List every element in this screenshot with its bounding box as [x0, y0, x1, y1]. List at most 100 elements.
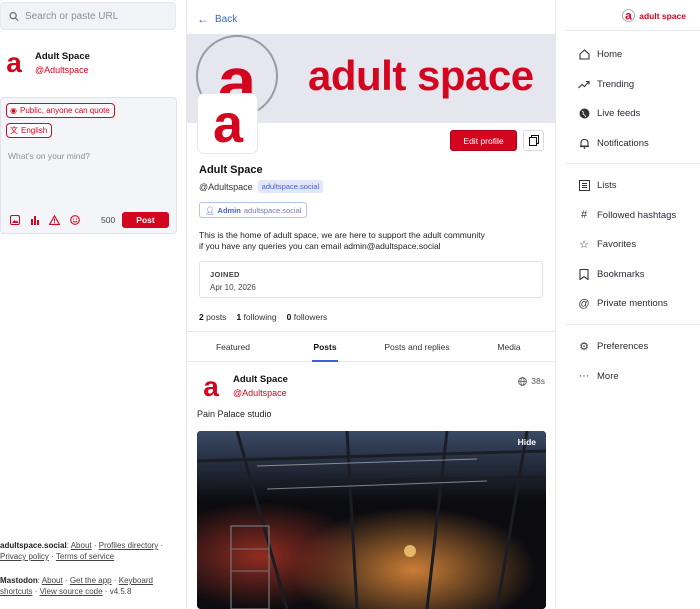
status-handle[interactable]: @Adultspace — [233, 388, 288, 398]
footer-link-source-code[interactable]: View source code — [40, 587, 103, 596]
footer-version: v4.5.8 — [109, 587, 132, 596]
search-icon — [9, 11, 19, 21]
profile-handle-row: @Adultspace adultspace.social — [199, 180, 324, 193]
profile-stats: 2 posts 1 following 0 followers — [199, 312, 327, 322]
visibility-label: Public, anyone can quote — [19, 106, 110, 115]
nav-label-preferences: Preferences — [597, 341, 649, 353]
tab-posts-and-replies[interactable]: Posts and replies — [371, 332, 463, 361]
list-icon — [577, 180, 591, 192]
profile-column: ← Back a adult space a Edit profile Adul… — [186, 0, 556, 609]
character-counter: 500 — [101, 215, 116, 225]
nav-item-followed-hashtags[interactable]: # Followed hashtags — [566, 201, 700, 231]
nav-label-home: Home — [597, 49, 623, 61]
post-button[interactable]: Post — [122, 212, 169, 228]
language-label: English — [21, 126, 48, 135]
footer-link-profiles-directory[interactable]: Profiles directory — [99, 541, 159, 550]
navigation-panel: a adult space Home Trending Live feeds N… — [566, 0, 700, 609]
globe-icon — [577, 108, 591, 119]
globe-icon — [518, 376, 528, 386]
banner-text: adult space — [308, 52, 534, 99]
copy-link-button[interactable] — [523, 130, 544, 151]
nav-label-bookmarks: Bookmarks — [597, 268, 645, 280]
nav-item-live-feeds[interactable]: Live feeds — [566, 99, 700, 129]
back-label: Back — [215, 13, 238, 25]
edit-profile-button[interactable]: Edit profile — [450, 130, 517, 151]
display-name[interactable]: Adult Space — [35, 51, 90, 62]
nav-label-trending: Trending — [597, 78, 635, 90]
avatar-logo: a — [203, 372, 219, 400]
nav-item-more[interactable]: ··· More — [566, 362, 700, 392]
compose-form: ◉ Public, anyone can quote 文 English Wha… — [0, 97, 177, 234]
bio-line: if you have any queries you can email ad… — [199, 241, 441, 251]
search-input[interactable] — [24, 10, 175, 22]
compose-textarea[interactable]: What's on your mind? — [8, 151, 90, 161]
nav-label-more: More — [597, 370, 619, 382]
current-user[interactable]: a Adult Space @Adultspace — [0, 48, 90, 76]
warning-icon[interactable] — [49, 214, 60, 225]
footer-link-privacy-policy[interactable]: Privacy policy — [0, 552, 49, 561]
mastodon-footer: Mastodon: About · Get the app · Keyboard… — [0, 576, 153, 596]
translate-icon: 文 — [10, 126, 18, 135]
bio-line: This is the home of adult space, we are … — [199, 230, 485, 240]
nav-divider — [566, 163, 700, 164]
profile-avatar[interactable]: a — [198, 94, 257, 153]
tab-posts[interactable]: Posts — [279, 332, 371, 361]
hide-media-button[interactable]: Hide — [518, 437, 536, 447]
tab-featured[interactable]: Featured — [187, 332, 279, 361]
profile-tabs: Featured Posts Posts and replies Media — [187, 331, 555, 362]
status-display-name[interactable]: Adult Space — [233, 374, 288, 385]
status-timestamp[interactable]: 38s — [518, 376, 545, 386]
emoji-icon[interactable] — [69, 214, 80, 225]
profile-handle: @Adultspace — [199, 181, 253, 192]
domain-badge: adultspace.social — [257, 180, 324, 193]
nav-label-followed-hashtags: Followed hashtags — [597, 209, 677, 221]
avatar-logo: a — [212, 98, 243, 150]
status-content: Pain Palace studio — [197, 409, 272, 419]
bookmark-icon — [577, 268, 591, 280]
nav-divider — [566, 324, 700, 325]
brand-text: adult space — [639, 10, 686, 21]
profile-display-name: Adult Space — [199, 164, 263, 176]
back-button[interactable]: ← Back — [197, 12, 237, 26]
role-badge: 👤︎ Admin adultspace.social — [199, 202, 308, 218]
joined-date: Apr 10, 2026 — [210, 283, 256, 292]
followers-link[interactable]: 0 followers — [287, 312, 328, 322]
nav-label-lists: Lists — [597, 180, 617, 192]
nav-item-private-mentions[interactable]: @ Private mentions — [566, 289, 700, 319]
gear-icon: ⚙ — [579, 341, 589, 354]
following-link[interactable]: 1 following — [236, 312, 276, 322]
site-footer: adultspace.social: About · Profiles dire… — [0, 541, 164, 561]
avatar[interactable]: a — [197, 372, 225, 400]
nav-label-favorites: Favorites — [597, 239, 637, 251]
svg-text:a: a — [6, 48, 22, 76]
footer-link-mastodon-about[interactable]: About — [42, 576, 63, 585]
status-author[interactable]: a Adult Space @Adultspace — [197, 372, 288, 400]
bell-icon — [577, 138, 591, 149]
nav-item-bookmarks[interactable]: Bookmarks — [566, 260, 700, 290]
nav-item-trending[interactable]: Trending — [566, 70, 700, 100]
media-attachment[interactable]: Hide — [197, 431, 546, 609]
image-icon[interactable] — [9, 214, 20, 225]
brand-logo[interactable]: a adult space — [622, 9, 686, 22]
avatar[interactable]: a — [0, 48, 28, 76]
language-button[interactable]: 文 English — [6, 123, 53, 138]
nav-label-notifications: Notifications — [597, 137, 649, 149]
footer-mastodon: Mastodon — [0, 576, 38, 585]
tab-media[interactable]: Media — [463, 332, 555, 361]
nav-item-home[interactable]: Home — [566, 40, 700, 70]
nav-group-secondary: Lists # Followed hashtags ☆ Favorites Bo… — [566, 171, 700, 319]
poll-icon[interactable] — [29, 214, 40, 225]
account-handle[interactable]: @Adultspace — [35, 65, 90, 75]
search-box[interactable] — [0, 2, 176, 30]
nav-item-favorites[interactable]: ☆ Favorites — [566, 230, 700, 260]
nav-item-preferences[interactable]: ⚙ Preferences — [566, 332, 700, 362]
posts-count-link[interactable]: 2 posts — [199, 312, 226, 322]
nav-item-lists[interactable]: Lists — [566, 171, 700, 201]
footer-link-get-app[interactable]: Get the app — [70, 576, 112, 585]
visibility-button[interactable]: ◉ Public, anyone can quote — [6, 103, 115, 118]
footer-link-terms[interactable]: Terms of service — [56, 552, 114, 561]
hashtag-icon: # — [580, 209, 588, 222]
nav-item-notifications[interactable]: Notifications — [566, 129, 700, 159]
footer-link-about[interactable]: About — [71, 541, 92, 550]
nav-group-settings: ⚙ Preferences ··· More — [566, 332, 700, 391]
